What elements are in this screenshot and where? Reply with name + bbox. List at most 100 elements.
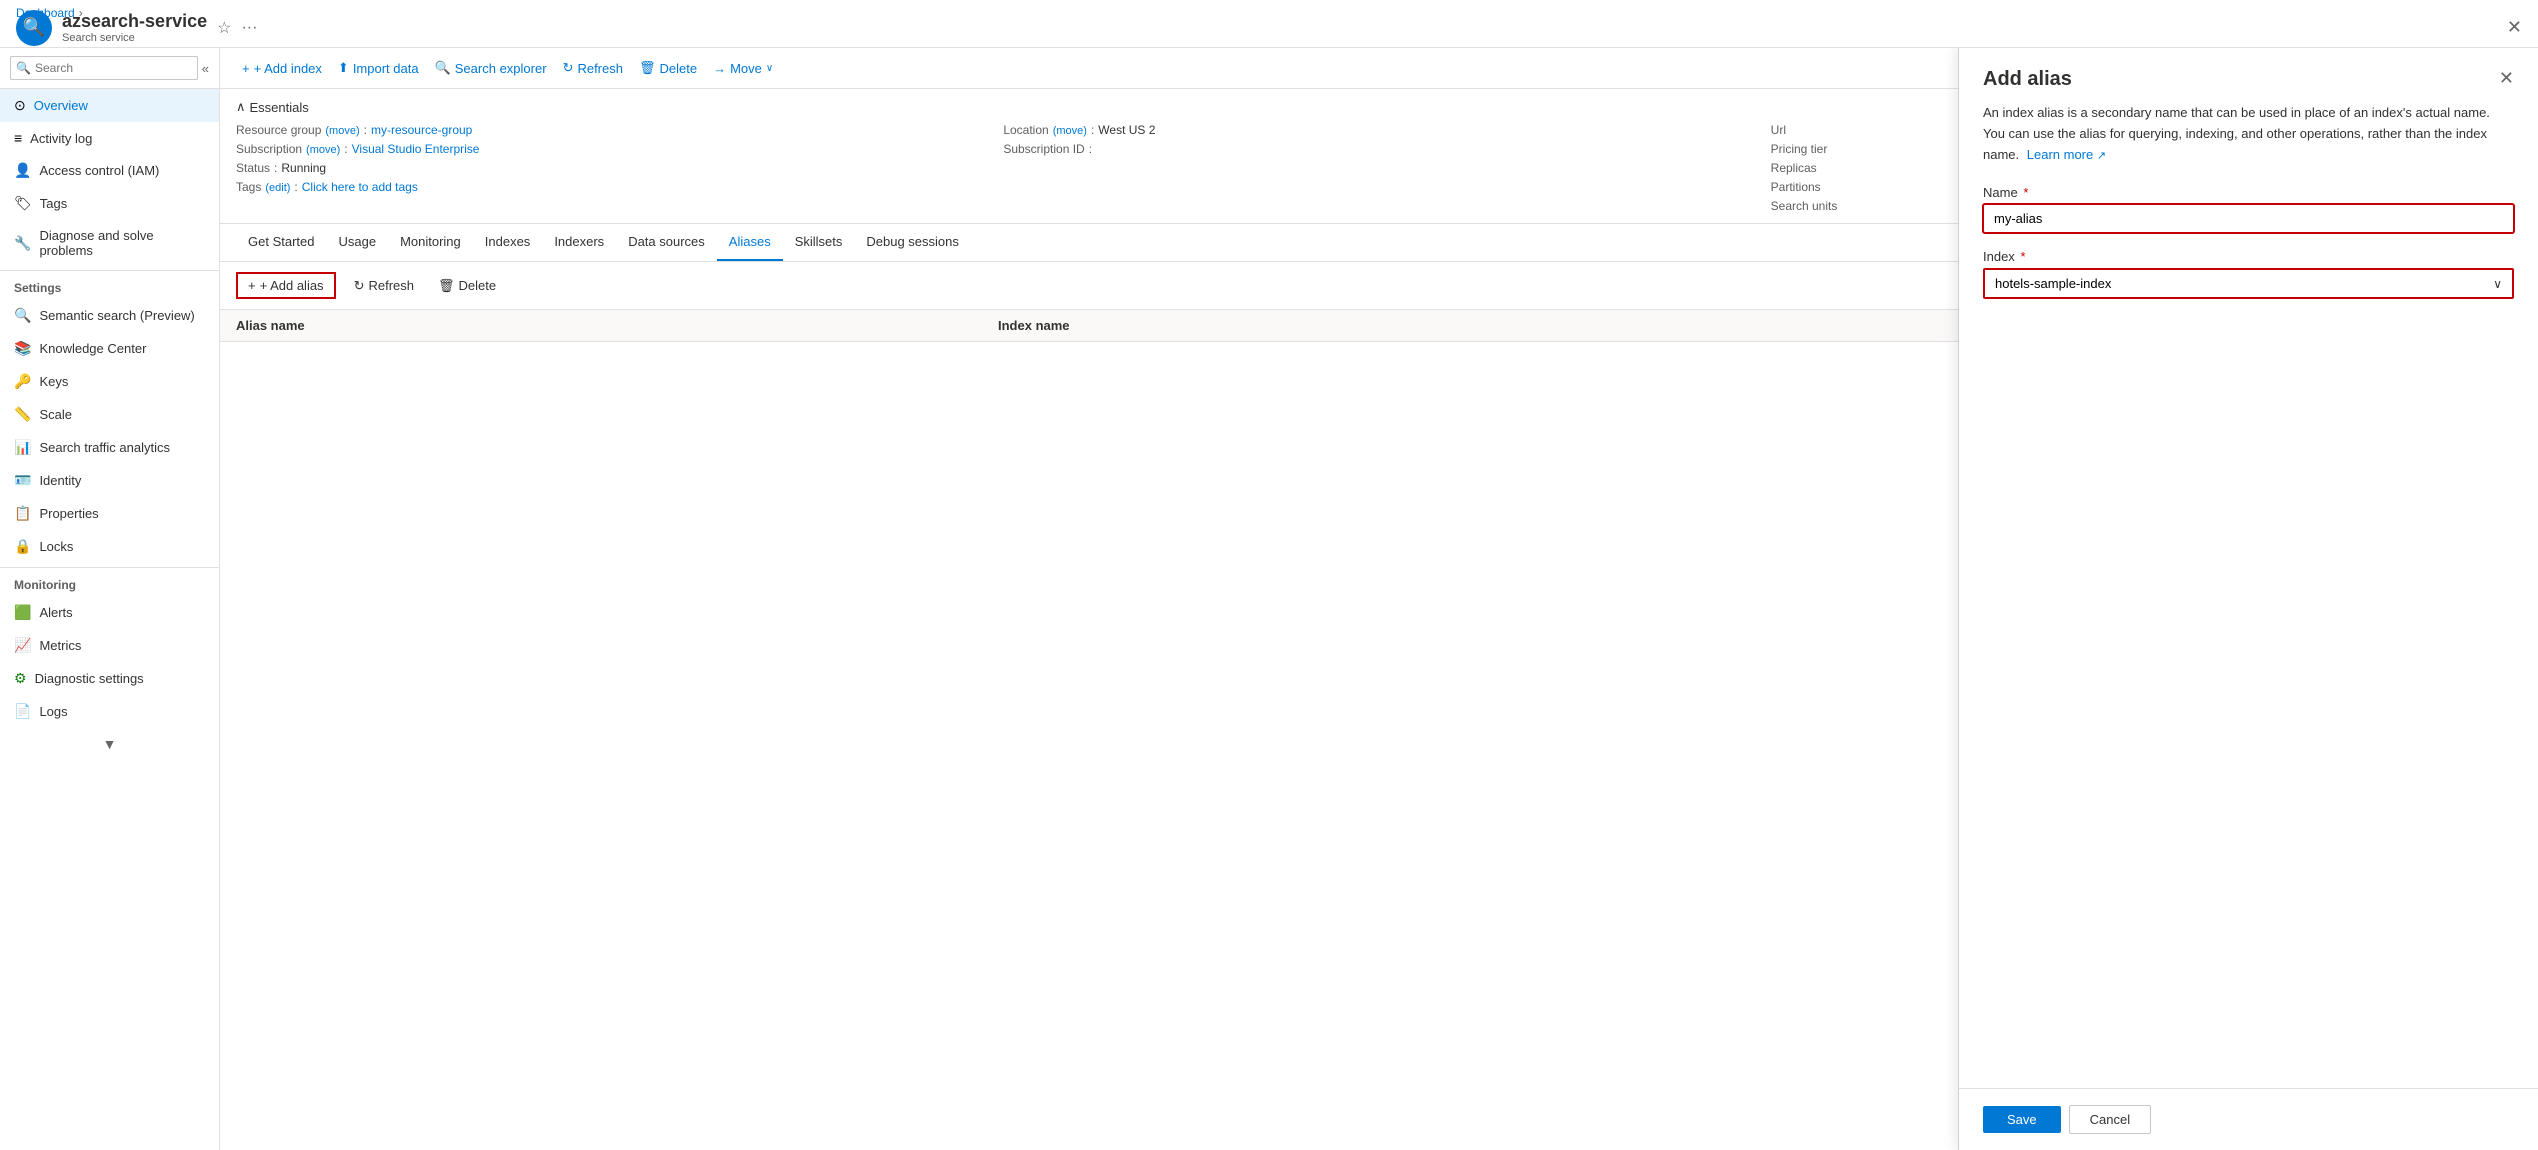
add-alias-plus-icon: +: [248, 278, 256, 293]
cancel-button[interactable]: Cancel: [2069, 1105, 2151, 1134]
overview-icon: ⊙: [14, 97, 26, 114]
monitoring-section-label: Monitoring: [0, 568, 219, 596]
aliases-refresh-button[interactable]: ↻ Refresh: [348, 274, 420, 298]
add-index-icon: +: [242, 61, 250, 76]
learn-more-link[interactable]: Learn more ↗: [2027, 147, 2106, 162]
sidebar-item-scale[interactable]: 📏 Scale: [0, 398, 219, 431]
tags-value[interactable]: Click here to add tags: [302, 180, 418, 194]
sidebar-item-label: Identity: [39, 473, 81, 488]
favorite-icon[interactable]: ☆: [217, 18, 231, 38]
sidebar-item-overview[interactable]: ⊙ Overview: [0, 89, 219, 122]
tab-debug-sessions[interactable]: Debug sessions: [854, 224, 971, 261]
tab-indexers[interactable]: Indexers: [542, 224, 616, 261]
index-select[interactable]: hotels-sample-index: [1985, 270, 2512, 297]
location-move-link[interactable]: (move): [1053, 125, 1087, 137]
diagnose-icon: 🔧: [14, 235, 31, 252]
subscription-value[interactable]: Visual Studio Enterprise: [352, 142, 480, 156]
window-close-button[interactable]: ✕: [2507, 17, 2522, 38]
resource-group-value[interactable]: my-resource-group: [371, 123, 472, 137]
sidebar-item-label: Logs: [39, 704, 67, 719]
refresh-button[interactable]: ↻ Refresh: [557, 56, 629, 80]
sidebar-item-label: Alerts: [39, 605, 72, 620]
knowledge-center-icon: 📚: [14, 340, 31, 357]
metrics-icon: 📈: [14, 637, 31, 654]
sidebar-item-keys[interactable]: 🔑 Keys: [0, 365, 219, 398]
import-data-button[interactable]: ⬆ Import data: [332, 56, 425, 80]
delete-icon: 🗑: [639, 60, 656, 76]
sidebar-item-label: Scale: [39, 407, 72, 422]
sidebar-item-label: Overview: [34, 98, 88, 113]
add-alias-button[interactable]: + + Add alias: [236, 272, 336, 299]
identity-icon: 🪪: [14, 472, 31, 489]
sidebar-item-tags[interactable]: 🏷 Tags: [0, 187, 219, 220]
location-value: West US 2: [1098, 123, 1155, 137]
sidebar-scroll-down[interactable]: ▼: [0, 728, 219, 760]
subscription-label: Subscription: [236, 142, 302, 156]
sidebar-item-properties[interactable]: 📋 Properties: [0, 497, 219, 530]
service-title: azsearch-service Search service: [62, 11, 207, 44]
resource-group-label: Resource group: [236, 123, 321, 137]
sidebar-item-diagnostic-settings[interactable]: ⚙ Diagnostic settings: [0, 662, 219, 695]
sidebar-item-alerts[interactable]: 🟩 Alerts: [0, 596, 219, 629]
subscription-move-link[interactable]: (move): [306, 144, 340, 156]
sidebar-item-activity-log[interactable]: ≡ Activity log: [0, 122, 219, 154]
delete-button[interactable]: 🗑 Delete: [633, 56, 703, 80]
tags-edit-link[interactable]: (edit): [265, 182, 290, 194]
aliases-delete-icon: 🗑: [438, 278, 455, 294]
sidebar-item-search-traffic[interactable]: 📊 Search traffic analytics: [0, 431, 219, 464]
save-button[interactable]: Save: [1983, 1106, 2061, 1133]
essentials-collapse-icon: ∧: [236, 99, 246, 115]
search-explorer-button[interactable]: 🔍 Search explorer: [429, 56, 553, 80]
index-required-indicator: *: [2020, 249, 2025, 264]
sidebar-item-diagnose[interactable]: 🔧 Diagnose and solve problems: [0, 220, 219, 266]
sidebar-search-input[interactable]: [10, 56, 198, 80]
alias-name-input[interactable]: [1983, 204, 2514, 233]
sidebar-item-metrics[interactable]: 📈 Metrics: [0, 629, 219, 662]
more-options-icon[interactable]: ···: [241, 19, 257, 37]
tab-usage[interactable]: Usage: [326, 224, 388, 261]
sidebar-search-icon: 🔍: [16, 61, 31, 75]
panel-close-button[interactable]: ✕: [2499, 68, 2514, 89]
locks-icon: 🔒: [14, 538, 31, 555]
sidebar-item-access-control[interactable]: 👤 Access control (IAM): [0, 154, 219, 187]
panel-header: Add alias ✕: [1959, 48, 2538, 103]
resource-group-move-link[interactable]: (move): [325, 125, 359, 137]
sidebar-item-semantic-search[interactable]: 🔍 Semantic search (Preview): [0, 299, 219, 332]
aliases-refresh-icon: ↻: [354, 278, 365, 294]
import-data-icon: ⬆: [338, 60, 349, 76]
tab-skillsets[interactable]: Skillsets: [783, 224, 855, 261]
tags-icon: 🏷: [14, 195, 32, 212]
tab-aliases[interactable]: Aliases: [717, 224, 783, 261]
sidebar-item-locks[interactable]: 🔒 Locks: [0, 530, 219, 563]
search-traffic-icon: 📊: [14, 439, 31, 456]
name-form-group: Name *: [1983, 185, 2514, 233]
add-index-button[interactable]: + + Add index: [236, 57, 328, 80]
breadcrumb[interactable]: Dashboard ›: [16, 6, 83, 20]
sidebar-item-identity[interactable]: 🪪 Identity: [0, 464, 219, 497]
move-icon: →: [713, 61, 726, 76]
logs-icon: 📄: [14, 703, 31, 720]
keys-icon: 🔑: [14, 373, 31, 390]
sidebar-item-knowledge-center[interactable]: 📚 Knowledge Center: [0, 332, 219, 365]
status-value: Running: [281, 161, 326, 175]
name-required-indicator: *: [2023, 185, 2028, 200]
alerts-icon: 🟩: [14, 604, 31, 621]
sidebar-item-label: Diagnostic settings: [35, 671, 144, 686]
panel-title: Add alias: [1983, 68, 2072, 91]
scale-icon: 📏: [14, 406, 31, 423]
move-button[interactable]: → Move ∨: [707, 57, 779, 80]
aliases-delete-button[interactable]: 🗑 Delete: [432, 274, 502, 298]
status-label: Status: [236, 161, 270, 175]
tab-data-sources[interactable]: Data sources: [616, 224, 717, 261]
tab-monitoring[interactable]: Monitoring: [388, 224, 473, 261]
tags-label: Tags: [236, 180, 261, 194]
sidebar-collapse-icon[interactable]: «: [202, 61, 209, 76]
sidebar-item-label: Diagnose and solve problems: [39, 228, 205, 258]
search-explorer-icon: 🔍: [435, 60, 451, 76]
sidebar-item-label: Semantic search (Preview): [39, 308, 194, 323]
sidebar-item-label: Search traffic analytics: [39, 440, 170, 455]
tab-get-started[interactable]: Get Started: [236, 224, 326, 261]
diagnostic-settings-icon: ⚙: [14, 670, 27, 687]
tab-indexes[interactable]: Indexes: [473, 224, 543, 261]
sidebar-item-logs[interactable]: 📄 Logs: [0, 695, 219, 728]
